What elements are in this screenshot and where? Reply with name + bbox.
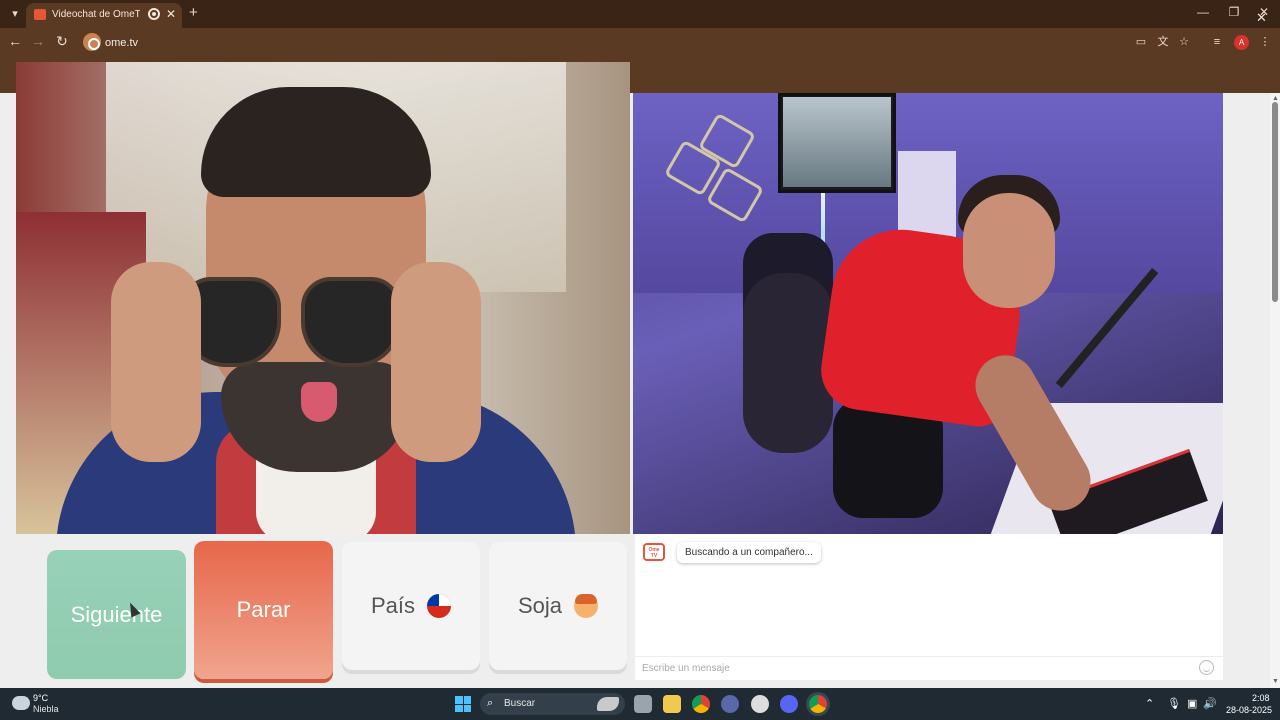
chat-status-message: Buscando a un compañero...	[677, 542, 821, 563]
tab-close-icon[interactable]: ✕	[166, 7, 176, 21]
scroll-down-arrow-icon[interactable]: ▼	[1272, 678, 1279, 685]
remote-video	[633, 93, 1223, 534]
address-bar[interactable]: ome.tv	[105, 37, 138, 49]
browser-toolbar	[0, 28, 1280, 56]
network-icon[interactable]: ▣	[1187, 697, 1197, 710]
reload-button[interactable]: ↻	[53, 33, 71, 50]
taskbar-search-label: Buscar	[504, 698, 536, 709]
boy-face-icon	[574, 594, 599, 618]
minimize-button[interactable]: —	[1193, 5, 1213, 19]
bookmark-star-icon[interactable]: ☆	[1177, 35, 1191, 49]
search-icon: ⌕	[487, 697, 494, 709]
next-button-label: Siguiente	[70, 601, 163, 627]
cloud-weather-icon[interactable]	[12, 696, 30, 710]
media-control-icon[interactable]: ≡	[1210, 35, 1224, 49]
menu-kebab-icon[interactable]: ⋮	[1258, 35, 1272, 49]
country-button-label: País	[370, 593, 416, 618]
country-filter-button[interactable]: País	[342, 542, 480, 670]
chile-flag-icon	[427, 594, 452, 618]
microphone-icon[interactable]: 🎙	[1167, 697, 1181, 710]
translate-icon[interactable]: 文	[1156, 35, 1170, 49]
stop-button-label: Parar	[236, 597, 291, 622]
emoji-icon[interactable]	[1199, 660, 1214, 675]
chrome-icon[interactable]	[692, 695, 710, 713]
local-video-right-hand	[391, 262, 481, 462]
gender-button-label: Soja	[517, 593, 563, 618]
restore-button[interactable]: ❐	[1224, 5, 1244, 19]
local-video	[16, 62, 630, 534]
tab-title: Videochat de OmeTV: uno	[52, 9, 140, 20]
chrome-active-icon[interactable]	[809, 695, 827, 713]
ometv-logo-text: Ome TV	[648, 547, 660, 559]
infobar-close-icon[interactable]: ✕	[1256, 10, 1267, 26]
remote-video-face	[963, 193, 1055, 308]
start-button[interactable]	[455, 696, 471, 712]
scrollbar-thumb[interactable]	[1272, 102, 1278, 302]
remote-video-shelf	[898, 151, 956, 241]
local-video-tongue	[301, 382, 337, 422]
cast-icon[interactable]: ▭	[1134, 35, 1148, 49]
discord-icon[interactable]	[780, 695, 798, 713]
profile-avatar[interactable]: A	[1234, 35, 1249, 50]
weather-description[interactable]: Niebla	[33, 704, 59, 714]
scroll-up-arrow-icon[interactable]: ▲	[1272, 95, 1279, 102]
clock-date[interactable]: 28-08-2025	[1226, 705, 1272, 715]
tab-ometv[interactable]: Videochat de OmeTV: uno ✕	[26, 3, 182, 28]
ometv-favicon-icon	[34, 9, 46, 20]
tab-search-menu-icon[interactable]: ▾	[6, 5, 24, 23]
back-button[interactable]: ←	[6, 33, 24, 49]
remote-video-seated-person	[743, 273, 833, 453]
tab-recording-icon[interactable]	[148, 8, 160, 20]
volume-icon[interactable]: 🔊	[1203, 697, 1217, 710]
forward-button[interactable]: →	[29, 33, 47, 49]
gender-filter-button[interactable]: Soja	[489, 542, 627, 670]
remote-video-tv-screen	[783, 97, 891, 187]
site-info-icon[interactable]	[83, 33, 101, 51]
next-button[interactable]: Siguiente	[47, 550, 186, 679]
clock-app-icon[interactable]	[751, 695, 769, 713]
clock-time[interactable]: 2:08	[1252, 693, 1270, 703]
stop-button[interactable]: Parar	[194, 541, 333, 679]
tray-chevron-icon[interactable]: ⌃	[1145, 697, 1154, 710]
app-icon[interactable]	[721, 695, 739, 713]
file-explorer-icon[interactable]	[663, 695, 681, 713]
new-tab-button[interactable]: +	[189, 4, 198, 21]
task-view-icon[interactable]	[634, 695, 652, 713]
local-video-sunglasses-right	[301, 277, 401, 367]
local-video-left-hand	[111, 262, 201, 462]
message-input[interactable]	[642, 661, 1182, 675]
weather-temperature[interactable]: 9°C	[33, 693, 48, 703]
